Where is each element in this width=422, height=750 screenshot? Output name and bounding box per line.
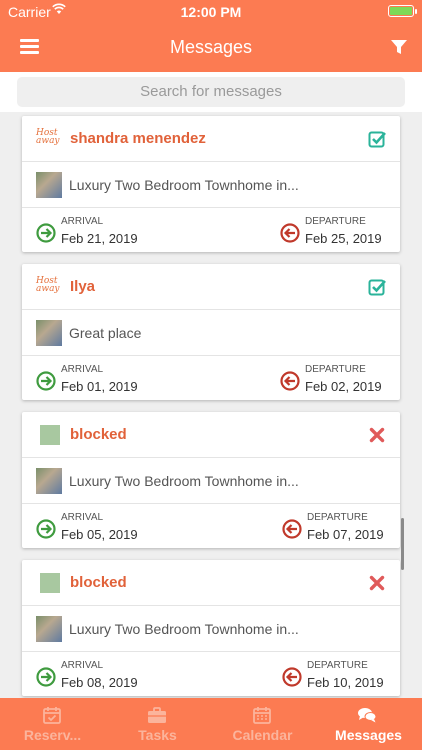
arrival-label: ARRIVAL [61, 512, 104, 523]
battery-fill [390, 7, 412, 15]
departure-label: DEPARTURE [307, 660, 368, 671]
top-bar: Carrier 12:00 PM Messages [0, 0, 422, 72]
x-icon[interactable] [369, 575, 385, 591]
tab-reservations[interactable]: Reserv... [0, 698, 105, 750]
tab-calendar[interactable]: Calendar [210, 698, 315, 750]
departure-label: DEPARTURE [305, 216, 366, 227]
tab-tasks[interactable]: Tasks [105, 698, 210, 750]
listing-logo [40, 573, 60, 593]
listing-row: Luxury Two Bedroom Townhome in... [22, 458, 400, 504]
departure-date: Feb 02, 2019 [305, 379, 382, 394]
card-header: blocked [22, 412, 400, 458]
arrival-label: ARRIVAL [61, 660, 104, 671]
arrival-label: ARRIVAL [61, 364, 104, 375]
departure-arrow-icon [282, 519, 302, 539]
dates-row: ARRIVAL Feb 05, 2019 DEPARTURE Feb 07, 2… [22, 504, 400, 548]
checkbox-checked-icon[interactable] [368, 278, 386, 296]
filter-icon[interactable] [390, 38, 408, 56]
guest-name: blocked [70, 574, 127, 591]
status-bar: Carrier 12:00 PM [0, 0, 422, 22]
checkbox-checked-icon[interactable] [368, 130, 386, 148]
briefcase-icon [148, 707, 166, 723]
x-icon[interactable] [369, 427, 385, 443]
card-header: Host away Ilya [22, 264, 400, 310]
tab-messages[interactable]: Messages [315, 698, 422, 750]
listing-thumbnail [36, 616, 62, 642]
arrival-date: Feb 01, 2019 [61, 379, 138, 394]
hostaway-logo: Host away [36, 128, 60, 146]
departure-arrow-icon [282, 667, 302, 687]
hostaway-logo: Host away [36, 276, 60, 294]
arrival-date: Feb 21, 2019 [61, 231, 138, 246]
guest-name: Ilya [70, 278, 96, 295]
tab-bar: Reserv... Tasks Calendar Messages [0, 698, 422, 750]
listing-title: Luxury Two Bedroom Townhome in... [69, 473, 299, 489]
departure-date: Feb 10, 2019 [307, 675, 384, 690]
listing-thumbnail [36, 320, 62, 346]
arrival-arrow-icon [36, 371, 56, 391]
departure-label: DEPARTURE [307, 512, 368, 523]
message-card[interactable]: blocked Luxury Two Bedroom Townhome in..… [22, 412, 400, 548]
dates-row: ARRIVAL Feb 08, 2019 DEPARTURE Feb 10, 2… [22, 652, 400, 696]
guest-name: shandra menendez [70, 130, 206, 147]
listing-logo [40, 425, 60, 445]
arrival-arrow-icon [36, 519, 56, 539]
message-card[interactable]: blocked Luxury Two Bedroom Townhome in..… [22, 560, 400, 696]
listing-row: Luxury Two Bedroom Townhome in... [22, 606, 400, 652]
chat-icon [358, 708, 377, 723]
message-card[interactable]: Host away shandra menendez Luxury Two Be… [22, 116, 400, 252]
arrival-arrow-icon [36, 667, 56, 687]
battery-icon [388, 5, 417, 17]
navigation-bar: Messages [0, 22, 422, 72]
tab-label: Messages [335, 727, 402, 743]
departure-arrow-icon [280, 371, 300, 391]
tab-label: Calendar [232, 727, 293, 743]
listing-title: Luxury Two Bedroom Townhome in... [69, 177, 299, 193]
listing-thumbnail [36, 468, 62, 494]
message-card[interactable]: Host away Ilya Great place ARRIVAL Feb 0… [22, 264, 400, 400]
dates-row: ARRIVAL Feb 01, 2019 DEPARTURE Feb 02, 2… [22, 356, 400, 400]
guest-name: blocked [70, 426, 127, 443]
calendar-icon [253, 707, 271, 724]
departure-date: Feb 07, 2019 [307, 527, 384, 542]
listing-thumbnail [36, 172, 62, 198]
listing-row: Great place [22, 310, 400, 356]
clock: 12:00 PM [180, 4, 242, 20]
departure-date: Feb 25, 2019 [305, 231, 382, 246]
arrival-label: ARRIVAL [61, 216, 104, 227]
dates-row: ARRIVAL Feb 21, 2019 DEPARTURE Feb 25, 2… [22, 208, 400, 252]
arrival-arrow-icon [36, 223, 56, 243]
card-header: Host away shandra menendez [22, 116, 400, 162]
card-header: blocked [22, 560, 400, 606]
message-list[interactable]: Host away shandra menendez Luxury Two Be… [0, 112, 422, 698]
calendar-check-icon [43, 707, 61, 724]
listing-title: Luxury Two Bedroom Townhome in... [69, 621, 299, 637]
arrival-date: Feb 08, 2019 [61, 675, 138, 690]
search-input[interactable]: Search for messages [17, 77, 405, 107]
scrollbar[interactable] [401, 518, 404, 570]
page-title: Messages [169, 37, 253, 57]
departure-label: DEPARTURE [305, 364, 366, 375]
listing-row: Luxury Two Bedroom Townhome in... [22, 162, 400, 208]
listing-title: Great place [69, 325, 142, 341]
departure-arrow-icon [280, 223, 300, 243]
arrival-date: Feb 05, 2019 [61, 527, 138, 542]
tab-label: Tasks [138, 727, 177, 743]
search-bar: Search for messages [0, 72, 422, 112]
tab-label: Reserv... [23, 727, 82, 743]
